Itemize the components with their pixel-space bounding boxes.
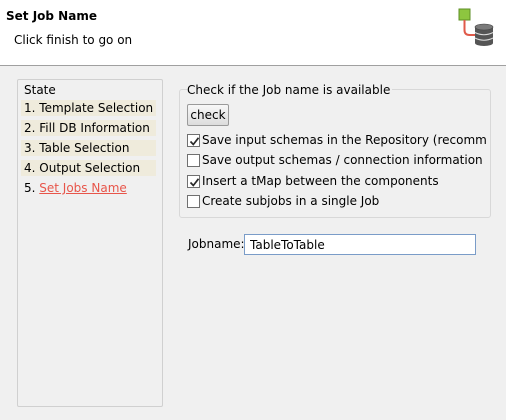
state-item-label: Fill DB Information — [39, 121, 150, 135]
state-item-number: 4. — [24, 161, 36, 175]
state-item-number: 1. — [24, 101, 36, 115]
check-button[interactable]: check — [187, 104, 229, 126]
insert-tmap-label: Insert a tMap between the components — [202, 174, 439, 188]
state-item-link[interactable]: Set Jobs Name — [39, 181, 127, 195]
save-output-schemas-option[interactable]: Save output schemas / connection informa… — [187, 153, 487, 169]
state-item-number: 5. — [24, 181, 36, 195]
state-item: 2. Fill DB Information — [21, 120, 156, 136]
jobname-input[interactable] — [244, 234, 476, 255]
jobname-label: Jobname: — [188, 237, 245, 251]
state-label: State — [24, 83, 56, 97]
save-input-schemas-checkbox[interactable] — [187, 134, 200, 147]
page-subtitle: Click finish to go on — [14, 33, 133, 47]
state-item-label: Table Selection — [39, 141, 130, 155]
state-item-label: Output Selection — [39, 161, 141, 175]
job-database-icon — [458, 8, 498, 50]
state-item: 1. Template Selection — [21, 100, 156, 116]
state-item-label: Template Selection — [39, 101, 154, 115]
create-subjobs-checkbox[interactable] — [187, 195, 200, 208]
state-panel: State 1. Template Selection 2. Fill DB I… — [17, 79, 163, 407]
save-input-schemas-option[interactable]: Save input schemas in the Repository (re… — [187, 133, 487, 149]
create-subjobs-label: Create subjobs in a single Job — [202, 194, 380, 208]
create-subjobs-option[interactable]: Create subjobs in a single Job — [187, 194, 487, 210]
save-output-schemas-checkbox[interactable] — [187, 154, 200, 167]
state-item: 4. Output Selection — [21, 160, 156, 176]
save-output-schemas-label: Save output schemas / connection informa… — [202, 153, 487, 167]
insert-tmap-checkbox[interactable] — [187, 175, 200, 188]
wizard-header: Set Job Name Click finish to go on — [0, 0, 506, 66]
save-input-schemas-label: Save input schemas in the Repository (re… — [202, 133, 487, 147]
insert-tmap-option[interactable]: Insert a tMap between the components — [187, 174, 487, 190]
state-item-number: 3. — [24, 141, 36, 155]
state-item: 3. Table Selection — [21, 140, 156, 156]
check-group-label: Check if the Job name is available — [187, 83, 393, 97]
state-list: 1. Template Selection 2. Fill DB Informa… — [21, 100, 156, 200]
state-item-current[interactable]: 5. Set Jobs Name — [21, 180, 156, 196]
page-title: Set Job Name — [6, 9, 97, 23]
state-item-number: 2. — [24, 121, 36, 135]
